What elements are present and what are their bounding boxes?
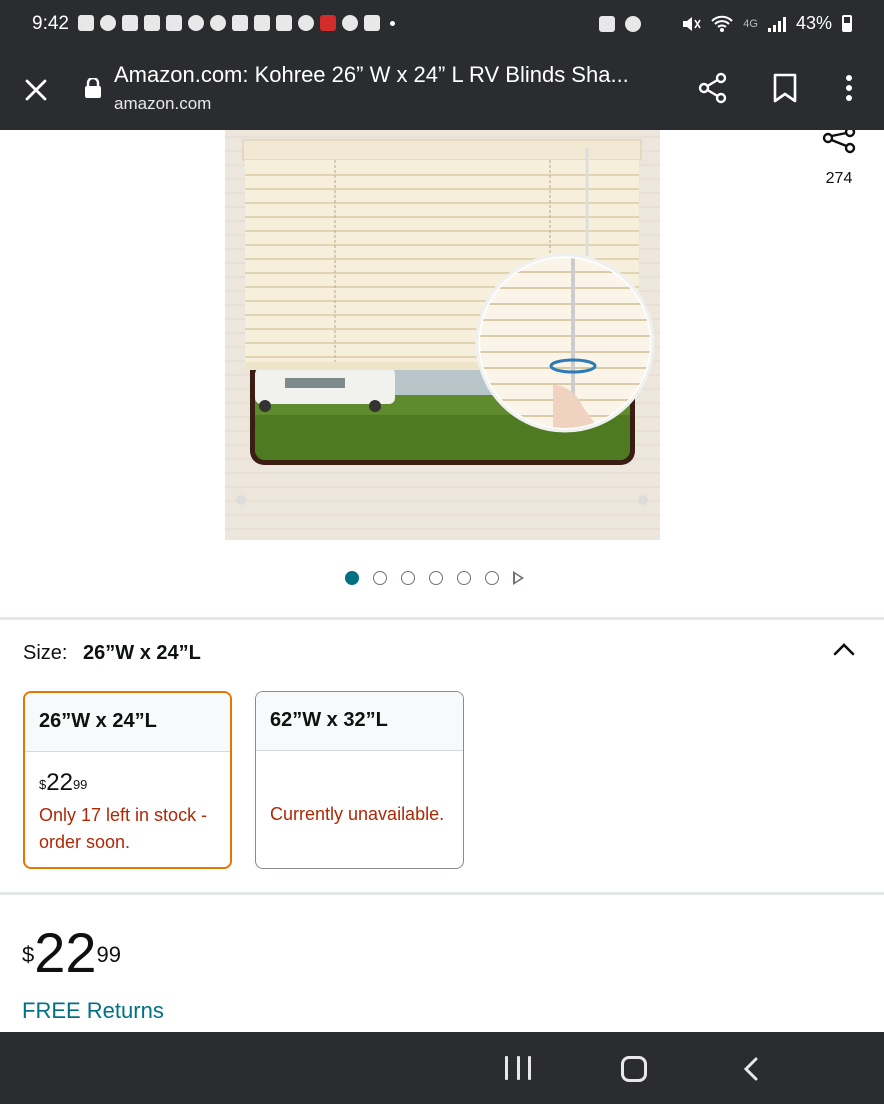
product-gallery: 274 (0, 130, 884, 618)
calendar-icon (144, 15, 160, 31)
alarm-icon (298, 15, 314, 31)
battery-percent: 43% (795, 13, 832, 33)
section-divider (0, 892, 884, 895)
size-option-name: 62”W x 32”L (256, 692, 463, 751)
outlook-icon (364, 15, 380, 31)
alarm-icon (342, 15, 358, 31)
recent-apps-icon[interactable] (505, 1056, 531, 1080)
status-bar: 9:42 4G 43% (0, 0, 884, 52)
notification-icons (78, 15, 395, 31)
back-icon[interactable] (741, 1056, 761, 1082)
home-icon[interactable] (621, 1056, 647, 1082)
product-image[interactable] (225, 130, 660, 540)
status-time: 9:42 (32, 13, 69, 34)
carousel-dot[interactable] (373, 571, 387, 585)
size-option-62x32[interactable]: 62”W x 32”L Currently unavailable. (255, 691, 464, 869)
pdf-icon (320, 15, 336, 31)
size-label: Size: (23, 642, 68, 664)
page-title[interactable]: Amazon.com: Kohree 26” W x 24” L RV Blin… (114, 62, 674, 88)
size-option-26x24[interactable]: 26”W x 24”L $2299 Only 17 left in stock … (23, 691, 232, 869)
more-notifications-icon (390, 20, 395, 26)
carousel-dot[interactable] (457, 571, 471, 585)
shopping-bag-icon (166, 15, 182, 31)
share-icon[interactable] (697, 72, 729, 104)
carousel-dot[interactable] (429, 571, 443, 585)
carousel-dot[interactable] (485, 571, 499, 585)
carousel-dot[interactable] (401, 571, 415, 585)
chevron-up-icon[interactable] (832, 639, 856, 659)
carousel-dot[interactable] (345, 571, 359, 585)
stock-status: Only 17 left in stock - order soon. (39, 805, 208, 852)
signal-icon (767, 16, 786, 32)
system-nav-bar (0, 1032, 884, 1104)
mute-icon (683, 16, 701, 31)
stock-status: Currently unavailable. (270, 804, 445, 824)
size-selector-header: Size: 26”W x 24”L (23, 642, 201, 665)
voicemail-icon (254, 15, 270, 31)
more-vert-icon[interactable] (836, 72, 862, 104)
lock-app-icon (599, 15, 616, 32)
status-right: 4G 43% (599, 13, 852, 34)
lock-icon (85, 78, 101, 98)
size-option-name: 26”W x 24”L (25, 693, 230, 752)
section-divider (0, 617, 884, 620)
free-returns-link[interactable]: FREE Returns (22, 998, 164, 1024)
bookmark-icon[interactable] (771, 72, 799, 104)
phone-icon (188, 15, 204, 31)
size-selected-value: 26”W x 24”L (83, 642, 201, 664)
youtube-icon (122, 15, 138, 31)
size-option-price: $2299 (39, 769, 88, 796)
bell-icon (210, 15, 226, 31)
mail-icon (276, 15, 292, 31)
product-price: $2299 (22, 921, 122, 984)
close-icon[interactable] (22, 76, 50, 104)
share-count: 274 (825, 170, 853, 187)
page-domain[interactable]: amazon.com (114, 94, 211, 114)
browser-toolbar: Amazon.com: Kohree 26” W x 24” L RV Blin… (0, 52, 884, 130)
share-icon[interactable] (820, 130, 858, 160)
chat-icon (78, 15, 94, 31)
battery-icon (842, 15, 852, 32)
network-type: 4G (743, 17, 758, 30)
image-carousel-dots (345, 571, 524, 585)
timer-icon (100, 15, 116, 31)
alarm-icon (625, 15, 642, 32)
sim-icon (232, 15, 248, 31)
wifi-icon (711, 15, 733, 32)
play-video-icon[interactable] (513, 571, 524, 585)
